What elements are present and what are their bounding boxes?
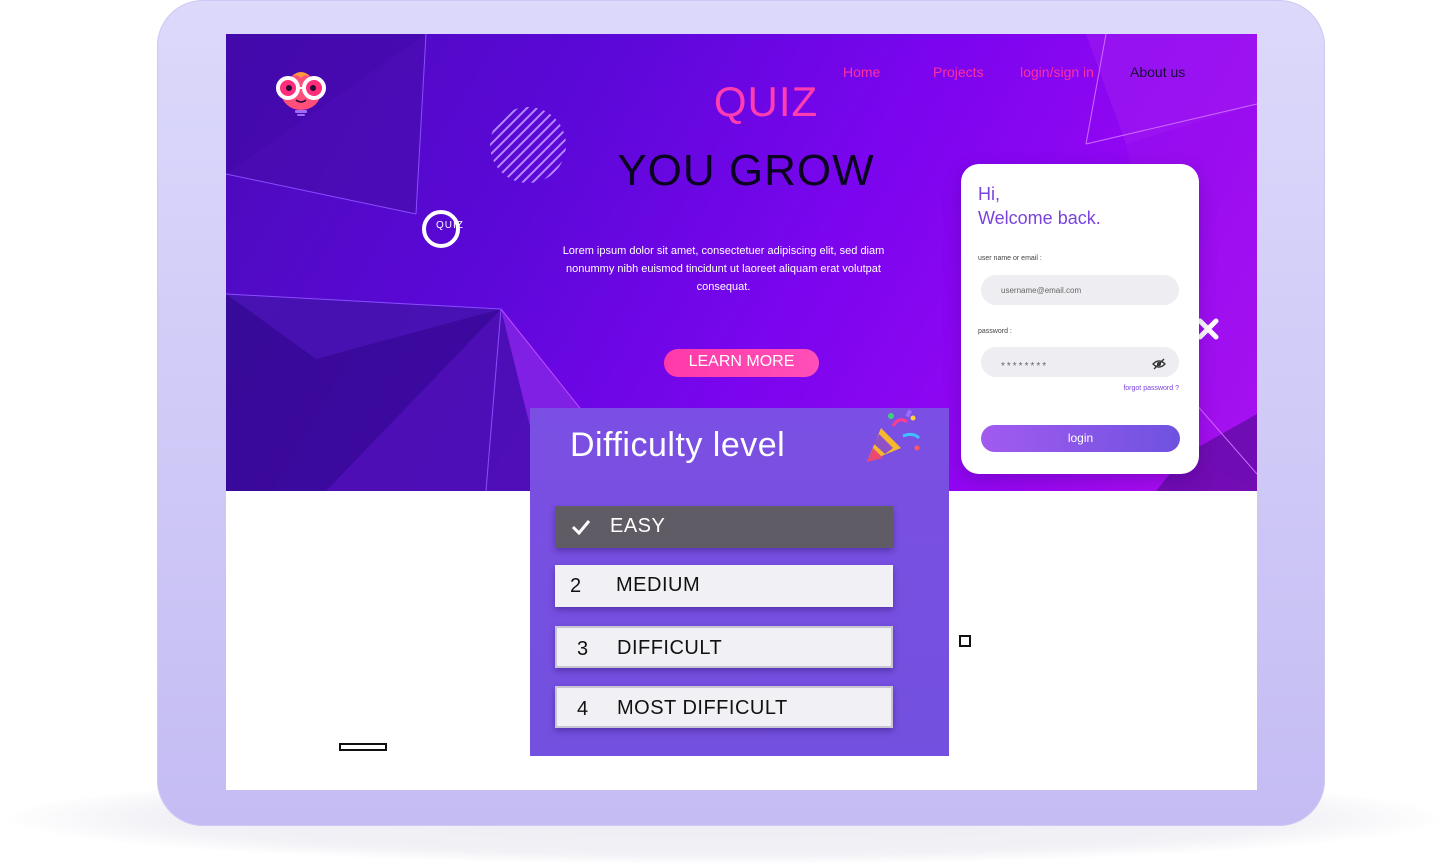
striped-circle-decoration <box>489 106 567 189</box>
difficulty-option-easy[interactable]: EASY <box>555 506 893 548</box>
tagline: YOU GROW <box>617 146 875 195</box>
option-number: 2 <box>570 575 582 597</box>
forgot-password-link[interactable]: forgot password ? <box>1123 385 1179 392</box>
login-greeting: Hi, <box>978 184 1000 204</box>
nav-login-signin[interactable]: login/sign in <box>1020 64 1094 80</box>
option-label: DIFFICULT <box>617 637 723 659</box>
username-label: user name or email : <box>978 255 1042 262</box>
difficulty-panel: Difficulty level EASY 2 MEDIUM 3 DIFFICU… <box>530 408 949 756</box>
password-label: password : <box>978 328 1012 335</box>
check-icon <box>571 519 591 540</box>
difficulty-option-most-difficult[interactable]: 4 MOST DIFFICULT <box>555 686 893 728</box>
quiz-title: QUIZ <box>713 78 819 125</box>
difficulty-option-medium[interactable]: 2 MEDIUM <box>555 565 893 607</box>
close-icon[interactable] <box>1196 317 1220 346</box>
login-card: Hi, Welcome back. user name or email : p… <box>961 164 1199 474</box>
square-marker <box>959 635 971 647</box>
hero-description: Lorem ipsum dolor sit amet, consectetuer… <box>562 245 885 293</box>
password-mask: ******** <box>1001 361 1049 372</box>
nav-about-us[interactable]: About us <box>1130 64 1185 80</box>
quiz-brand-mark: QUIZ <box>422 210 463 248</box>
option-number: 3 <box>577 638 589 660</box>
eye-hidden-icon[interactable] <box>1152 357 1166 375</box>
nav-home[interactable]: Home <box>843 64 880 80</box>
option-label: EASY <box>610 515 666 537</box>
option-number: 4 <box>577 698 589 720</box>
screen: Home Projects login/sign in About us QUI… <box>226 34 1257 790</box>
difficulty-option-difficult[interactable]: 3 DIFFICULT <box>555 626 893 668</box>
login-welcome: Welcome back. <box>978 208 1101 228</box>
party-popper-icon <box>863 408 925 471</box>
option-label: MEDIUM <box>616 574 701 596</box>
brand-mark-text: QUIZ <box>436 220 464 231</box>
bar-marker <box>339 743 387 751</box>
option-label: MOST DIFFICULT <box>617 697 788 719</box>
difficulty-title: Difficulty level <box>570 426 786 464</box>
learn-more-button[interactable]: LEARN MORE <box>664 349 819 377</box>
username-input[interactable] <box>981 275 1179 305</box>
nav-projects[interactable]: Projects <box>933 64 984 80</box>
login-button[interactable]: login <box>981 425 1180 452</box>
